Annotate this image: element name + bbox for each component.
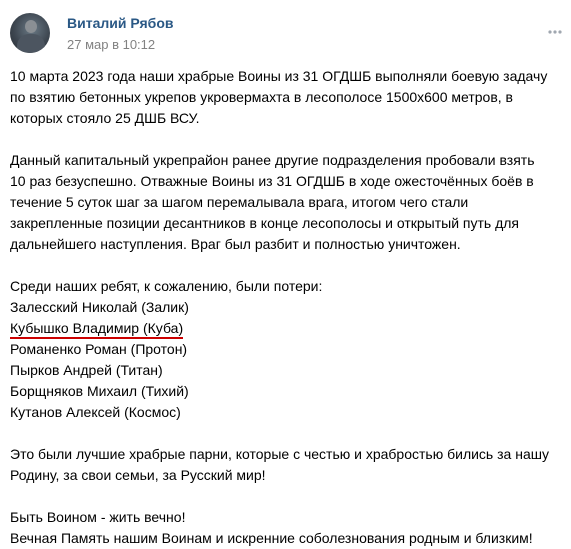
loss-entry: Романенко Роман (Протон) [10,341,188,357]
loss-entry-highlighted: Кубышко Владимир (Куба) [10,320,184,339]
more-horizontal-icon[interactable] [547,24,563,40]
post-text: 10 марта 2023 года наши храбрые Воины из… [10,66,565,549]
loss-entry: Кубышко Владимир (Куба) [10,318,565,339]
text-line: 10 раз безуспешно. Отважные Воины из 31 … [10,173,534,189]
closing-line: Быть Воином - жить вечно! [10,509,186,525]
text-line: по взятию бетонных укрепов укровермахта … [10,89,513,105]
closing-line: Вечная Память нашим Воинам и искренние с… [10,530,533,546]
loss-entry: Залесский Николай (Залик) [10,299,189,315]
avatar-torso [17,34,45,53]
text-line: Данный капитальный укрепрайон ранее друг… [10,152,535,168]
text-line: 10 марта 2023 года наши храбрые Воины из… [10,68,548,84]
post-date[interactable]: 27 мар в 10:12 [67,37,155,52]
losses-heading: Среди наших ребят, к сожалению, были пот… [10,278,323,294]
text-line: Это были лучшие храбрые парни, которые с… [10,446,549,462]
post-avatar[interactable] [10,13,50,53]
avatar-head [25,20,37,33]
text-line: закрепленные позиции десантников в конце… [10,215,520,231]
text-line: которых стояло 25 ДШБ ВСУ. [10,110,200,126]
loss-entry: Борщняков Михаил (Тихий) [10,383,189,399]
post-author-name[interactable]: Виталий Рябов [67,15,173,31]
loss-entry: Пырков Андрей (Титан) [10,362,163,378]
text-line: Родину, за свои семьи, за Русский мир! [10,467,266,483]
text-line: течение 5 суток шаг за шагом перемалывал… [10,194,469,210]
loss-entry: Кутанов Алексей (Космос) [10,404,181,420]
text-line: дальнейшего наступления. Враг был разбит… [10,236,461,252]
